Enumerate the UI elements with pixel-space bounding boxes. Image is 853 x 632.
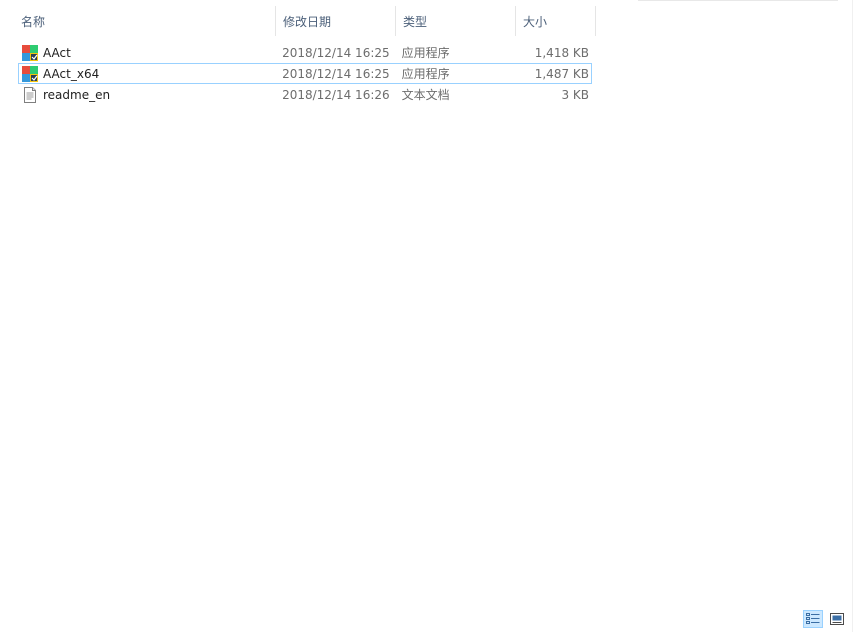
sort-ascending-icon: ^ (138, 0, 147, 7)
header-divider (638, 0, 838, 2)
file-date: 2018/12/14 16:26 (282, 87, 390, 102)
column-header-size-label: 大小 (523, 15, 548, 29)
column-header-name[interactable]: ^ 名称 (14, 0, 276, 36)
file-name-cell: AAct_x64 (19, 65, 278, 82)
details-view-icon (806, 613, 820, 624)
file-type: 应用程序 (401, 46, 450, 60)
file-name-cell: readme_en (19, 86, 278, 103)
file-list: AAct 2018/12/14 16:25 应用程序 1,418 KB AAct… (18, 42, 592, 105)
file-size: 1,487 KB (534, 66, 590, 81)
details-view-button[interactable] (803, 610, 823, 628)
column-header: ^ 名称 修改日期 类型 大小 (14, 0, 596, 36)
column-header-size[interactable]: 大小 (516, 6, 596, 36)
file-type: 文本文档 (401, 88, 450, 102)
file-name-cell: AAct (19, 44, 278, 61)
text-document-icon (24, 86, 36, 103)
large-icons-view-button[interactable] (827, 610, 847, 628)
column-header-name-label: 名称 (21, 15, 46, 29)
file-row-aact-x64[interactable]: AAct_x64 2018/12/14 16:25 应用程序 1,487 KB (18, 63, 592, 84)
file-row-readme-en[interactable]: readme_en 2018/12/14 16:26 文本文档 3 KB (18, 84, 592, 105)
file-date: 2018/12/14 16:25 (282, 45, 390, 60)
file-date: 2018/12/14 16:25 (282, 66, 390, 81)
application-icon (22, 65, 38, 82)
column-header-type-label: 类型 (403, 15, 428, 29)
file-name: AAct_x64 (43, 66, 100, 81)
file-name: readme_en (43, 87, 111, 102)
file-type: 应用程序 (401, 67, 450, 81)
file-size: 1,418 KB (534, 45, 590, 60)
file-row-aact[interactable]: AAct 2018/12/14 16:25 应用程序 1,418 KB (18, 42, 592, 63)
large-icons-view-icon (830, 613, 844, 625)
view-toggle-group (803, 610, 847, 628)
column-header-date-label: 修改日期 (283, 15, 332, 29)
file-name: AAct (43, 45, 71, 60)
column-header-date[interactable]: 修改日期 (276, 6, 396, 36)
file-explorer-window: ^ 名称 修改日期 类型 大小 AAct 2018/12/14 16:25 应用… (0, 0, 853, 632)
column-header-type[interactable]: 类型 (396, 6, 516, 36)
application-icon (22, 44, 38, 61)
file-size: 3 KB (561, 87, 590, 102)
